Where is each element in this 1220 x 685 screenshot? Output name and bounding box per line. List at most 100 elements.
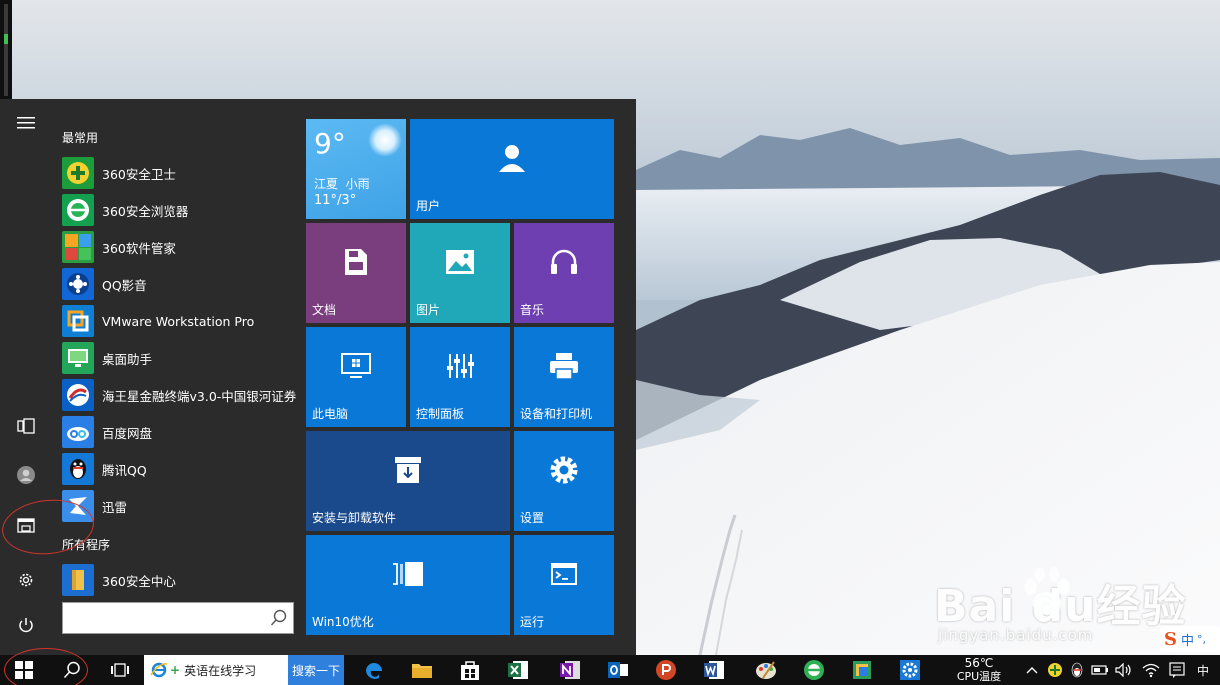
list-item[interactable]: 腾讯QQ bbox=[62, 452, 302, 486]
app-label: 360安全卫士 bbox=[102, 166, 176, 182]
ie-search-box[interactable]: + 英语在线学习 bbox=[144, 655, 288, 685]
tray-qq-icon[interactable] bbox=[1068, 655, 1086, 685]
tile-label: 音乐 bbox=[520, 303, 545, 317]
tray-ime-indicator[interactable]: 中 bbox=[1192, 655, 1214, 685]
list-item[interactable]: VMware Workstation Pro bbox=[62, 304, 302, 338]
taskbar-outlook[interactable] bbox=[600, 655, 636, 685]
tray-notification-icon[interactable] bbox=[1166, 655, 1188, 685]
tray-battery-icon[interactable] bbox=[1090, 655, 1110, 685]
360-guard-icon bbox=[62, 157, 94, 189]
tray-overflow-chevron-icon[interactable] bbox=[1022, 655, 1042, 685]
tile-label: 设备和打印机 bbox=[520, 407, 593, 421]
user-icon bbox=[499, 145, 525, 172]
settings-gear-icon bbox=[900, 660, 920, 680]
qq-player-icon bbox=[62, 268, 94, 300]
outlook-icon bbox=[608, 662, 628, 678]
app-label: VMware Workstation Pro bbox=[102, 313, 255, 329]
tray-network-icon[interactable] bbox=[1140, 655, 1162, 685]
tile-label: 此电脑 bbox=[312, 407, 349, 421]
cpu-temp-value: 56℃ bbox=[964, 656, 994, 670]
hamburger-menu-icon[interactable] bbox=[14, 111, 38, 135]
cpu-temperature-widget[interactable]: 56℃ CPU温度 bbox=[944, 655, 1014, 685]
taskbar-paint[interactable] bbox=[748, 655, 784, 685]
list-item[interactable]: 百度网盘 bbox=[62, 415, 302, 449]
tray-volume-icon[interactable] bbox=[1114, 655, 1134, 685]
list-item[interactable]: 桌面助手 bbox=[62, 341, 302, 375]
360-software-manager-icon bbox=[62, 231, 94, 263]
power-icon[interactable] bbox=[14, 613, 38, 637]
taskbar-store[interactable] bbox=[452, 655, 488, 685]
list-item[interactable]: 360安全浏览器 bbox=[62, 193, 302, 227]
taskbar-360-browser[interactable] bbox=[796, 655, 832, 685]
vmware-icon bbox=[62, 305, 94, 337]
app-label: 360软件管家 bbox=[102, 240, 176, 256]
taskbar-settings[interactable] bbox=[892, 655, 928, 685]
tile-user[interactable]: 用户 bbox=[410, 119, 614, 219]
tile-label: Win10优化 bbox=[312, 615, 374, 629]
tile-control-panel[interactable]: 控制面板 bbox=[410, 327, 510, 427]
taskbar: + 英语在线学习 搜索一下 56℃ CPU温度 中 bbox=[0, 655, 1220, 685]
user-account-icon[interactable] bbox=[14, 463, 38, 487]
optimize-panel-icon bbox=[393, 562, 423, 586]
task-view-icon bbox=[111, 663, 129, 677]
watermark-url: jingyan.baidu.com bbox=[938, 626, 1094, 644]
taskbar-edge[interactable] bbox=[356, 655, 392, 685]
tablet-mode-icon[interactable] bbox=[14, 414, 38, 438]
taskbar-excel[interactable] bbox=[500, 655, 536, 685]
paint-palette-icon bbox=[756, 661, 776, 679]
gear-icon bbox=[550, 456, 578, 484]
tile-run[interactable]: 运行 bbox=[514, 535, 614, 635]
tile-documents[interactable]: 文档 bbox=[306, 223, 406, 323]
tile-settings[interactable]: 设置 bbox=[514, 431, 614, 531]
list-item[interactable]: 迅雷 bbox=[62, 489, 302, 523]
sun-icon bbox=[368, 123, 402, 157]
weather-range: 11°/3° bbox=[314, 193, 357, 208]
sliders-icon bbox=[447, 354, 474, 378]
tile-devices-printers[interactable]: 设备和打印机 bbox=[514, 327, 614, 427]
app-list: 最常用 360安全卫士 360安全浏览器 360软件管家 QQ影音 VMware… bbox=[52, 99, 302, 655]
taskbar-word[interactable] bbox=[696, 655, 732, 685]
word-icon bbox=[704, 661, 724, 679]
tray-360-guard-icon[interactable] bbox=[1046, 655, 1064, 685]
powerpoint-icon bbox=[656, 660, 676, 680]
run-window-icon bbox=[551, 563, 577, 585]
picture-icon bbox=[446, 250, 474, 274]
tile-label: 安装与卸载软件 bbox=[312, 511, 397, 525]
tile-label: 用户 bbox=[416, 199, 441, 213]
install-box-icon bbox=[395, 457, 421, 483]
taskbar-powerpoint[interactable] bbox=[648, 655, 684, 685]
tile-label: 控制面板 bbox=[416, 407, 465, 421]
neptune-finance-icon bbox=[62, 379, 94, 411]
list-item[interactable]: 360软件管家 bbox=[62, 230, 302, 264]
tile-music[interactable]: 音乐 bbox=[514, 223, 614, 323]
onenote-icon bbox=[560, 661, 580, 679]
sogou-ime-badge[interactable]: S 中 °, bbox=[1160, 626, 1220, 652]
tile-pictures[interactable]: 图片 bbox=[410, 223, 510, 323]
tile-label: 运行 bbox=[520, 615, 545, 629]
360-browser-icon bbox=[804, 660, 824, 680]
tile-weather[interactable]: 9° 江夏 小雨 11°/3° bbox=[306, 119, 406, 219]
task-view-button[interactable] bbox=[100, 655, 140, 685]
tile-install-uninstall[interactable]: 安装与卸载软件 bbox=[306, 431, 510, 531]
settings-gear-icon[interactable] bbox=[14, 568, 38, 592]
taskbar-file-explorer[interactable] bbox=[404, 655, 440, 685]
sogou-s-icon: S bbox=[1164, 628, 1177, 650]
list-item[interactable]: 360安全中心 bbox=[62, 563, 302, 597]
list-item[interactable]: 海王星金融终端v3.0-中国银河证券 bbox=[62, 378, 302, 412]
baidu-netdisk-icon bbox=[62, 416, 94, 448]
search-go-button[interactable]: 搜索一下 bbox=[288, 655, 344, 685]
ie-search-text: 英语在线学习 bbox=[184, 663, 257, 678]
desktop-assistant-icon bbox=[62, 342, 94, 374]
folder-icon bbox=[412, 664, 432, 678]
taskbar-onenote[interactable] bbox=[552, 655, 588, 685]
list-item[interactable]: QQ影音 bbox=[62, 267, 302, 301]
tile-win10-optimize[interactable]: Win10优化 bbox=[306, 535, 510, 635]
taskbar-app-photos[interactable] bbox=[844, 655, 880, 685]
folder-icon bbox=[62, 564, 94, 596]
tile-this-pc[interactable]: 此电脑 bbox=[306, 327, 406, 427]
printer-icon bbox=[550, 353, 578, 380]
computer-icon bbox=[341, 353, 371, 378]
search-input[interactable] bbox=[62, 602, 294, 634]
list-item[interactable]: 360安全卫士 bbox=[62, 156, 302, 190]
ie-logo-icon bbox=[150, 662, 168, 678]
